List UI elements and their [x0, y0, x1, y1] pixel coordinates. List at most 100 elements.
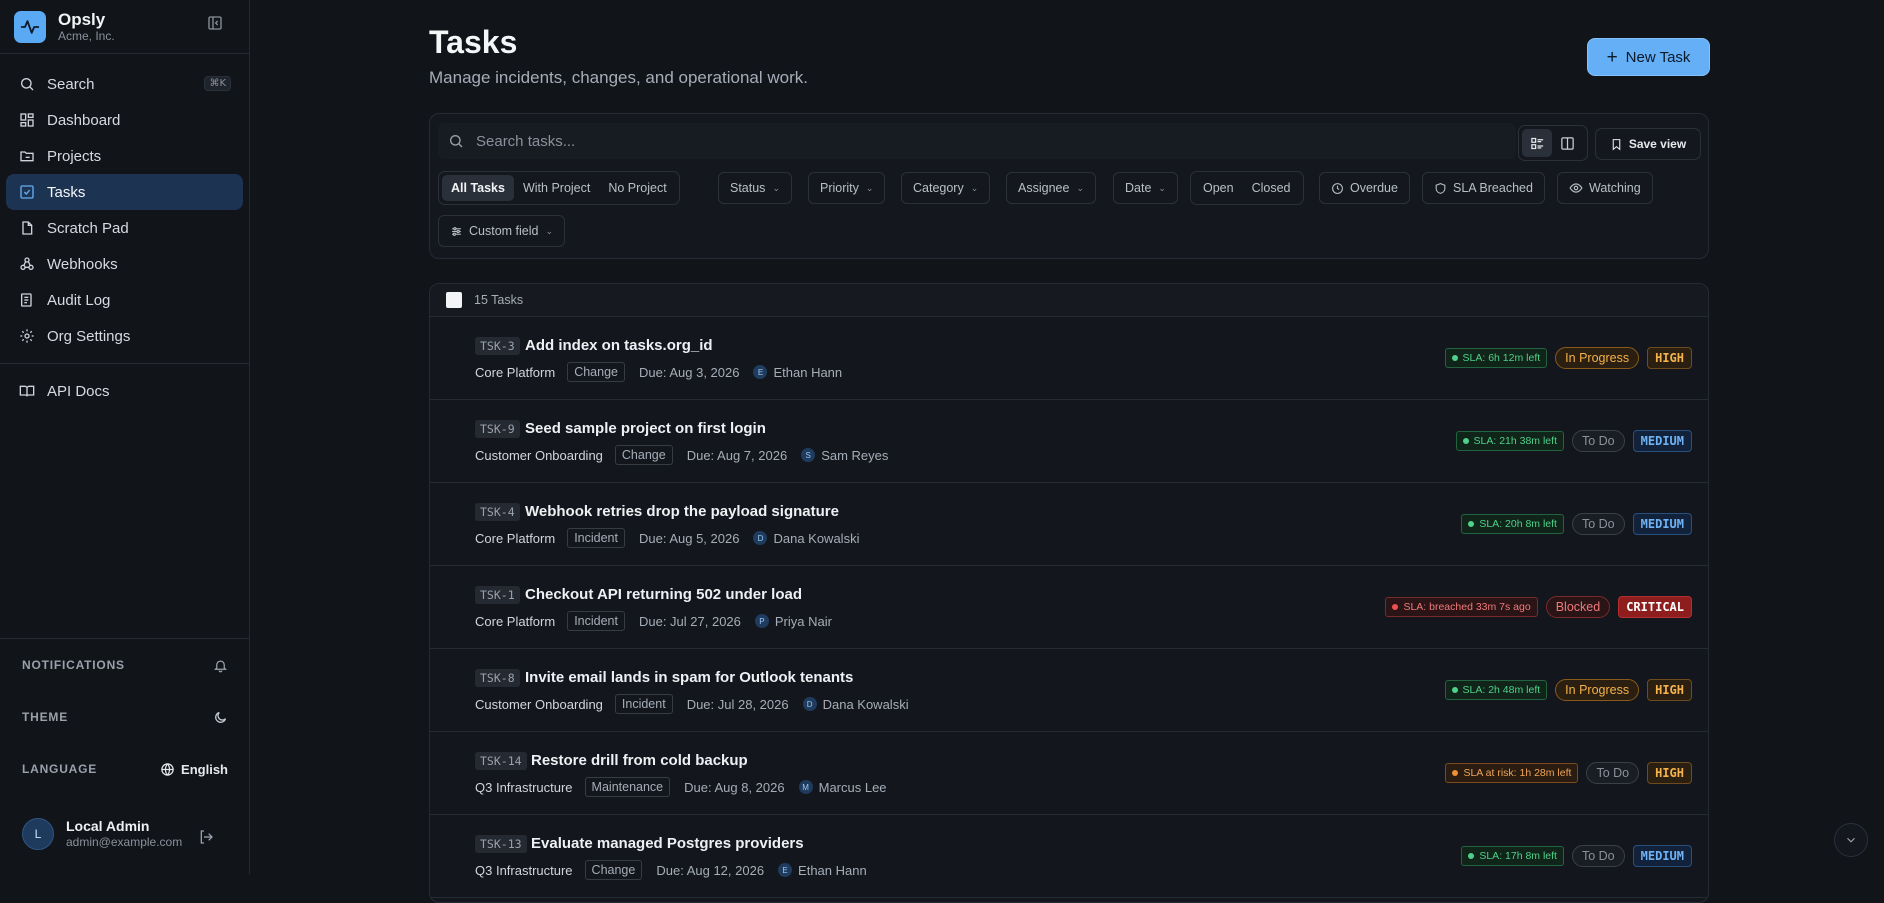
sla-badge: SLA: 21h 38m left: [1455, 431, 1564, 451]
bell-icon[interactable]: [213, 658, 228, 673]
language-selector[interactable]: English: [160, 762, 228, 777]
task-category: Change: [614, 445, 673, 465]
assignee-filter-dropdown[interactable]: Assignee ⌄: [1006, 172, 1096, 204]
task-title[interactable]: Checkout API returning 502 under load: [525, 586, 802, 603]
table-row[interactable]: TSK-3 Add index on tasks.org_id Core Platf…: [430, 317, 1708, 400]
notifications-row: NOTIFICATIONS: [0, 639, 250, 691]
gear-icon: [20, 329, 34, 343]
filter-open[interactable]: Open: [1194, 175, 1243, 201]
overdue-filter[interactable]: Overdue: [1319, 172, 1410, 204]
task-id: TSK-3: [475, 337, 520, 355]
language-value: English: [181, 761, 228, 777]
status-badge: In Progress: [1555, 679, 1640, 701]
chevron-down-icon: ⌄: [1076, 182, 1084, 193]
chevron-down-icon: [1847, 837, 1855, 843]
sla-text: SLA: 6h 12m left: [1462, 352, 1541, 364]
overdue-label: Overdue: [1350, 181, 1398, 195]
sidebar-item-webhooks[interactable]: Webhooks: [6, 246, 243, 282]
filter-no-project[interactable]: No Project: [599, 175, 675, 201]
category-filter-dropdown[interactable]: Category ⌄: [901, 172, 991, 204]
task-id: TSK-4: [475, 503, 520, 521]
sidebar-item-scratch-pad[interactable]: Scratch Pad: [6, 210, 243, 246]
bookmark-icon: [1612, 138, 1621, 151]
task-title[interactable]: Add index on tasks.org_id: [525, 337, 713, 354]
sla-badge: SLA: breached 33m 7s ago: [1385, 597, 1538, 617]
task-title[interactable]: Invite email lands in spam for Outlook t…: [525, 669, 853, 686]
audit-log-icon: [21, 293, 32, 307]
sla-dot-icon: [1468, 521, 1475, 527]
scroll-down-button[interactable]: [1834, 823, 1868, 857]
task-assignee: Ethan Hann: [773, 364, 843, 380]
table-row[interactable]: TSK-14 Restore drill from cold backup Q3 I…: [430, 732, 1708, 815]
board-view-icon: [1560, 136, 1574, 150]
task-id: TSK-1: [475, 586, 520, 604]
sidebar-item-projects[interactable]: Projects: [6, 138, 243, 174]
assignee-avatar: E: [778, 863, 793, 877]
logout-icon[interactable]: [198, 829, 214, 850]
sla-text: SLA at risk: 1h 28m left: [1463, 767, 1572, 779]
task-title[interactable]: Restore drill from cold backup: [531, 752, 748, 769]
sidebar-item-label: Projects: [47, 147, 102, 165]
board-view-button[interactable]: [1552, 129, 1582, 157]
user-profile[interactable]: L Local Admin admin@example.com: [22, 818, 186, 850]
table-row[interactable]: TSK-1 Checkout API returning 502 under lo…: [430, 566, 1708, 649]
table-row[interactable]: TSK-9 Seed sample project on first login C…: [430, 400, 1708, 483]
search-input[interactable]: [476, 132, 1376, 150]
priority-filter-dropdown[interactable]: Priority ⌄: [808, 172, 886, 204]
task-title[interactable]: Evaluate managed Postgres providers: [531, 835, 804, 852]
filter-all-tasks[interactable]: All Tasks: [442, 175, 514, 201]
custom-field-filter[interactable]: Custom field ⌄: [438, 215, 566, 247]
file-icon: [22, 221, 33, 235]
sla-badge: SLA: 2h 48m left: [1444, 680, 1548, 700]
sla-dot-icon: [1468, 853, 1475, 859]
brand-header: Opsly Acme, Inc.: [0, 0, 249, 54]
sidebar-item-label: Webhooks: [47, 255, 118, 273]
table-row[interactable]: TSK-13 Evaluate managed Postgres provider…: [430, 815, 1708, 898]
chevron-down-icon: ⌄: [545, 225, 554, 236]
task-title[interactable]: Seed sample project on first login: [525, 420, 766, 437]
sidebar-item-audit-log[interactable]: Audit Log: [6, 282, 243, 318]
watching-filter[interactable]: Watching: [1557, 172, 1653, 204]
task-badges: SLA: 2h 48m left In Progress HIGH: [1444, 679, 1692, 701]
save-view-button[interactable]: Save view: [1595, 128, 1701, 160]
sidebar-nav: Search ⌘K Dashboard Projects Tasks Scrat…: [0, 54, 249, 409]
task-badges: SLA: 20h 8m left To Do MEDIUM: [1461, 513, 1692, 535]
filter-closed[interactable]: Closed: [1243, 175, 1300, 201]
priority-badge: MEDIUM: [1632, 513, 1692, 535]
priority-badge: HIGH: [1647, 762, 1692, 784]
sidebar-item-org-settings[interactable]: Org Settings: [6, 318, 243, 354]
task-category: Change: [584, 860, 643, 880]
moon-icon[interactable]: [213, 710, 228, 725]
collapse-sidebar-icon[interactable]: [207, 15, 223, 31]
search-icon: [450, 135, 463, 148]
task-title[interactable]: Webhook retries drop the payload signatu…: [525, 503, 839, 520]
globe-icon: [161, 762, 174, 776]
status-filter-dropdown[interactable]: Status ⌄: [718, 172, 792, 204]
table-row[interactable]: TSK-4 Webhook retries drop the payload si…: [430, 483, 1708, 566]
watching-label: Watching: [1589, 181, 1641, 195]
task-badges: SLA at risk: 1h 28m left To Do HIGH: [1445, 762, 1692, 784]
filter-with-project[interactable]: With Project: [514, 175, 599, 201]
chevron-down-icon: ⌄: [970, 182, 979, 193]
sla-dot-icon: [1452, 770, 1459, 776]
task-assignee: Dana Kowalski: [822, 696, 909, 712]
tasks-icon: [20, 185, 34, 199]
new-task-button[interactable]: + New Task: [1587, 38, 1710, 76]
sla-text: SLA: 17h 8m left: [1479, 850, 1557, 862]
task-list-header: 15 Tasks: [430, 284, 1708, 317]
sidebar-item-dashboard[interactable]: Dashboard: [6, 102, 243, 138]
date-filter-dropdown[interactable]: Date ⌄: [1113, 172, 1178, 204]
sidebar-item-tasks[interactable]: Tasks: [6, 174, 243, 210]
task-id: TSK-14: [475, 752, 527, 770]
status-badge: To Do: [1571, 430, 1625, 452]
list-view-button[interactable]: [1522, 129, 1552, 157]
list-view-icon: [1530, 137, 1543, 149]
sla-breached-filter[interactable]: SLA Breached: [1422, 172, 1545, 204]
select-all-checkbox[interactable]: [446, 292, 462, 308]
state-filter-group: Open Closed: [1190, 171, 1304, 205]
sidebar-item-api-docs[interactable]: API Docs: [6, 373, 243, 409]
webhook-icon: [20, 257, 34, 270]
sidebar-item-search[interactable]: Search ⌘K: [6, 66, 243, 102]
priority-badge: MEDIUM: [1632, 430, 1692, 452]
table-row[interactable]: TSK-8 Invite email lands in spam for Outl…: [430, 649, 1708, 732]
